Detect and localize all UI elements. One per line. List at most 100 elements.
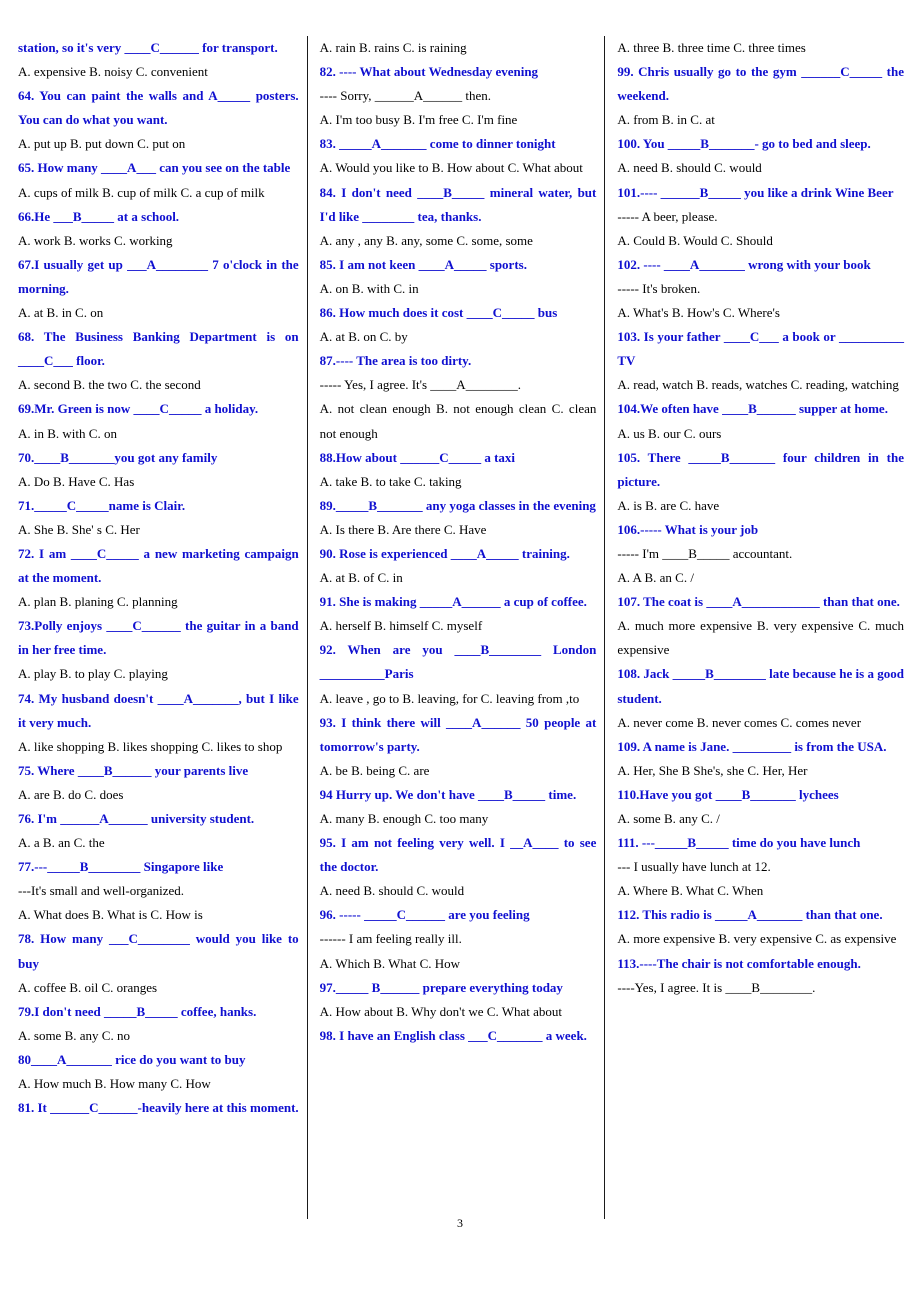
question-line: 99. Chris usually go to the gym ______C_… (617, 64, 904, 104)
question-line: 101.---- ______B_____ you like a drink W… (617, 184, 894, 200)
question-line: 75. Where ____B______ your parents live (18, 762, 249, 778)
question-line: 103. Is your father ____C___ a book or _… (617, 329, 904, 369)
page-number: 3 (457, 1216, 463, 1230)
question-line: station, so it's very ____C______ for tr… (18, 40, 278, 55)
option-line: A. not clean enough B. not enough clean … (319, 401, 597, 441)
option-line: --- I usually have lunch at 12. (617, 859, 771, 875)
question-line: 85. I am not keen ____A_____ sports. (319, 256, 527, 272)
option-line: A. She B. She' s C. Her (18, 521, 140, 537)
question-line: 113.----The chair is not comfortable eno… (617, 955, 861, 971)
option-line: A. at B. on C. by (319, 329, 408, 345)
question-line: 96. ----- _____C______ are you feeling (319, 907, 530, 923)
option-line: A. work B. works C. working (18, 232, 173, 248)
question-line: 91. She is making _____A______ a cup of … (319, 594, 587, 610)
option-line: A. I'm too busy B. I'm free C. I'm fine (319, 112, 518, 128)
option-line: A. rain B. rains C. is raining (319, 40, 467, 55)
question-line: 97._____ B______ prepare everything toda… (319, 979, 563, 995)
question-line: 77.---_____B________ Singapore like (18, 859, 224, 875)
option-line: A. coffee B. oil C. oranges (18, 979, 158, 995)
option-line: A. take B. to take C. taking (319, 473, 462, 489)
question-line: 105. There _____B_______ four children i… (617, 449, 904, 489)
question-line: 71._____C_____name is Clair. (18, 497, 186, 513)
question-line: 87.---- The area is too dirty. (319, 353, 472, 369)
question-line: 64. You can paint the walls and A_____ p… (18, 88, 299, 128)
option-line: A. herself B. himself C. myself (319, 618, 483, 634)
option-line: A. never come B. never comes C. comes ne… (617, 714, 862, 730)
question-line: 73.Polly enjoys ____C______ the guitar i… (18, 618, 299, 658)
question-line: 69.Mr. Green is now ____C_____ a holiday… (18, 401, 259, 417)
question-line: 110.Have you got ____B_______ lychees (617, 786, 839, 802)
question-line: 89._____B_______ any yoga classes in the… (319, 497, 596, 513)
option-line: ---It's small and well-organized. (18, 883, 184, 899)
option-line: ----- Yes, I agree. It's ____A________. (319, 377, 521, 393)
question-line: 112. This radio is _____A_______ than th… (617, 907, 883, 923)
option-line: ----- A beer, please. (617, 208, 718, 224)
option-line: ----Yes, I agree. It is ____B________. (617, 979, 816, 995)
option-line: A. a B. an C. the (18, 835, 105, 851)
question-column-2: A. rain B. rains C. is raining 82. ---- W… (308, 36, 605, 1216)
question-line: 108. Jack _____B________ late because he… (617, 666, 904, 706)
question-line: 66.He ___B_____ at a school. (18, 208, 180, 224)
option-line: A. read, watch B. reads, watches C. read… (617, 377, 899, 393)
option-line: A. like shopping B. likes shopping C. li… (18, 738, 283, 754)
option-line: A. Do B. Have C. Has (18, 473, 135, 489)
question-line: 70.____B_______you got any family (18, 449, 218, 465)
option-line: A. put up B. put down C. put on (18, 136, 186, 152)
option-line: A. Which B. What C. How (319, 955, 461, 971)
question-line: 82. ---- What about Wednesday evening (319, 64, 539, 80)
option-line: A. Could B. Would C. Should (617, 232, 773, 248)
option-line: A. cups of milk B. cup of milk C. a cup … (18, 184, 265, 200)
question-line: 88.How about ______C_____ a taxi (319, 449, 516, 465)
option-line: A. at B. of C. in (319, 570, 403, 586)
option-line: A. us B. our C. ours (617, 425, 722, 441)
option-line: A. play B. to play C. playing (18, 666, 168, 682)
option-line: A. some B. any C. no (18, 1027, 130, 1043)
option-line: A. What's B. How's C. Where's (617, 305, 780, 321)
option-line: A. need B. should C. would (617, 160, 762, 176)
option-line: A. are B. do C. does (18, 786, 124, 802)
option-line: A. plan B. planing C. planning (18, 594, 178, 610)
question-line: 84. I don't need ____B_____ mineral wate… (319, 184, 597, 224)
question-line: 100. You _____B_______- go to bed and sl… (617, 136, 871, 152)
option-line: ---- Sorry, ______A______ then. (319, 88, 492, 104)
option-line: A. is B. are C. have (617, 497, 720, 513)
option-line: ----- It's broken. (617, 280, 701, 296)
question-line: 107. The coat is ____A____________ than … (617, 594, 900, 610)
question-line: 79.I don't need _____B_____ coffee, hank… (18, 1003, 257, 1019)
option-line: A. Her, She B She's, she C. Her, Her (617, 762, 808, 778)
option-line: A. A B. an C. / (617, 570, 694, 586)
option-line: A. some B. any C. / (617, 811, 720, 826)
option-line: A. be B. being C. are (319, 762, 430, 778)
exam-worksheet-page: station, so it's very ____C______ for tr… (0, 0, 920, 1302)
question-line: 93. I think there will ____A______ 50 pe… (319, 714, 597, 754)
question-line: 102. ---- ____A_______ wrong with your b… (617, 256, 871, 272)
three-column-layout: station, so it's very ____C______ for tr… (10, 36, 910, 1219)
question-line: 81. It ______C______-heavily here at thi… (18, 1100, 299, 1116)
option-line: A. need B. should C. would (319, 883, 465, 899)
question-line: 90. Rose is experienced ____A_____ train… (319, 545, 570, 561)
option-line: A. leave , go to B. leaving, for C. leav… (319, 690, 580, 706)
option-line: A. on B. with C. in (319, 280, 419, 296)
option-line: A. any , any B. any, some C. some, some (319, 232, 533, 248)
question-line: 104.We often have ____B______ supper at … (617, 401, 888, 417)
question-line: 68. The Business Banking Department is o… (18, 329, 299, 369)
question-line: 72. I am ____C_____ a new marketing camp… (18, 545, 299, 586)
option-line: A. Where B. What C. When (617, 883, 764, 899)
question-line: 74. My husband doesn't ____A_______, but… (18, 690, 299, 730)
option-line: A. from B. in C. at (617, 112, 715, 128)
option-line: A. in B. with C. on (18, 425, 117, 441)
option-line: ------ I am feeling really ill. (319, 931, 462, 947)
option-line: A. three B. three time C. three times (617, 40, 806, 55)
question-line: 78. How many ___C________ would you like… (18, 931, 299, 971)
option-line: A. more expensive B. very expensive C. a… (617, 931, 897, 947)
option-line: A. much more expensive B. very expensive… (617, 618, 904, 658)
question-line: 67.I usually get up ___A________ 7 o'clo… (18, 256, 299, 296)
question-column-3: A. three B. three time C. three times 99.… (605, 36, 910, 1216)
question-line: 106.----- What is your job (617, 521, 759, 537)
question-line: 98. I have an English class ___C_______ … (319, 1027, 587, 1043)
option-line: A. second B. the two C. the second (18, 377, 201, 393)
question-line: 109. A name is Jane. _________ is from t… (617, 738, 887, 754)
question-line: 83. _____A_______ come to dinner tonight (319, 136, 556, 152)
question-line: 111. ---_____B_____ time do you have lun… (617, 835, 861, 851)
option-line: A. How much B. How many C. How (18, 1076, 211, 1092)
